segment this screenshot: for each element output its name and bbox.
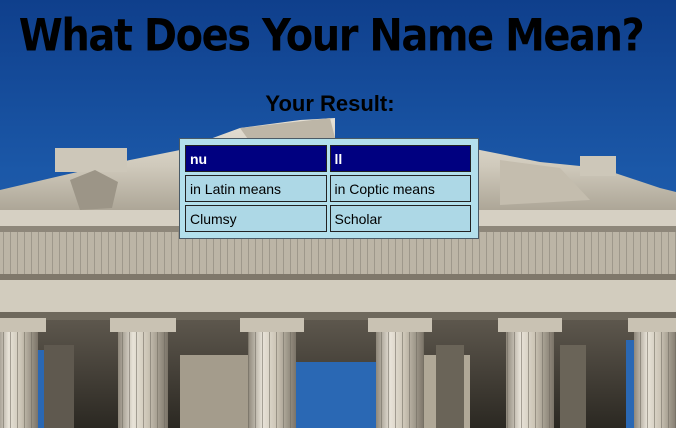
- table-row: in Latin means in Coptic means: [185, 175, 471, 202]
- meaning-cell: Scholar: [329, 205, 471, 232]
- result-table: nu ll in Latin means in Coptic means Clu…: [182, 142, 474, 235]
- language-cell: in Coptic means: [329, 175, 471, 202]
- meaning-cell: Clumsy: [185, 205, 327, 232]
- table-row: Clumsy Scholar: [185, 205, 471, 232]
- table-row: nu ll: [185, 145, 471, 172]
- name-part-cell: ll: [329, 145, 471, 172]
- result-heading: Your Result:: [265, 91, 395, 116]
- language-cell: in Latin means: [185, 175, 327, 202]
- page-background: What Does Your Name Mean? Your Result: n…: [0, 0, 676, 428]
- page-title: What Does Your Name Mean?: [18, 10, 645, 62]
- name-part-cell: nu: [185, 145, 327, 172]
- result-panel: nu ll in Latin means in Coptic means Clu…: [179, 138, 479, 239]
